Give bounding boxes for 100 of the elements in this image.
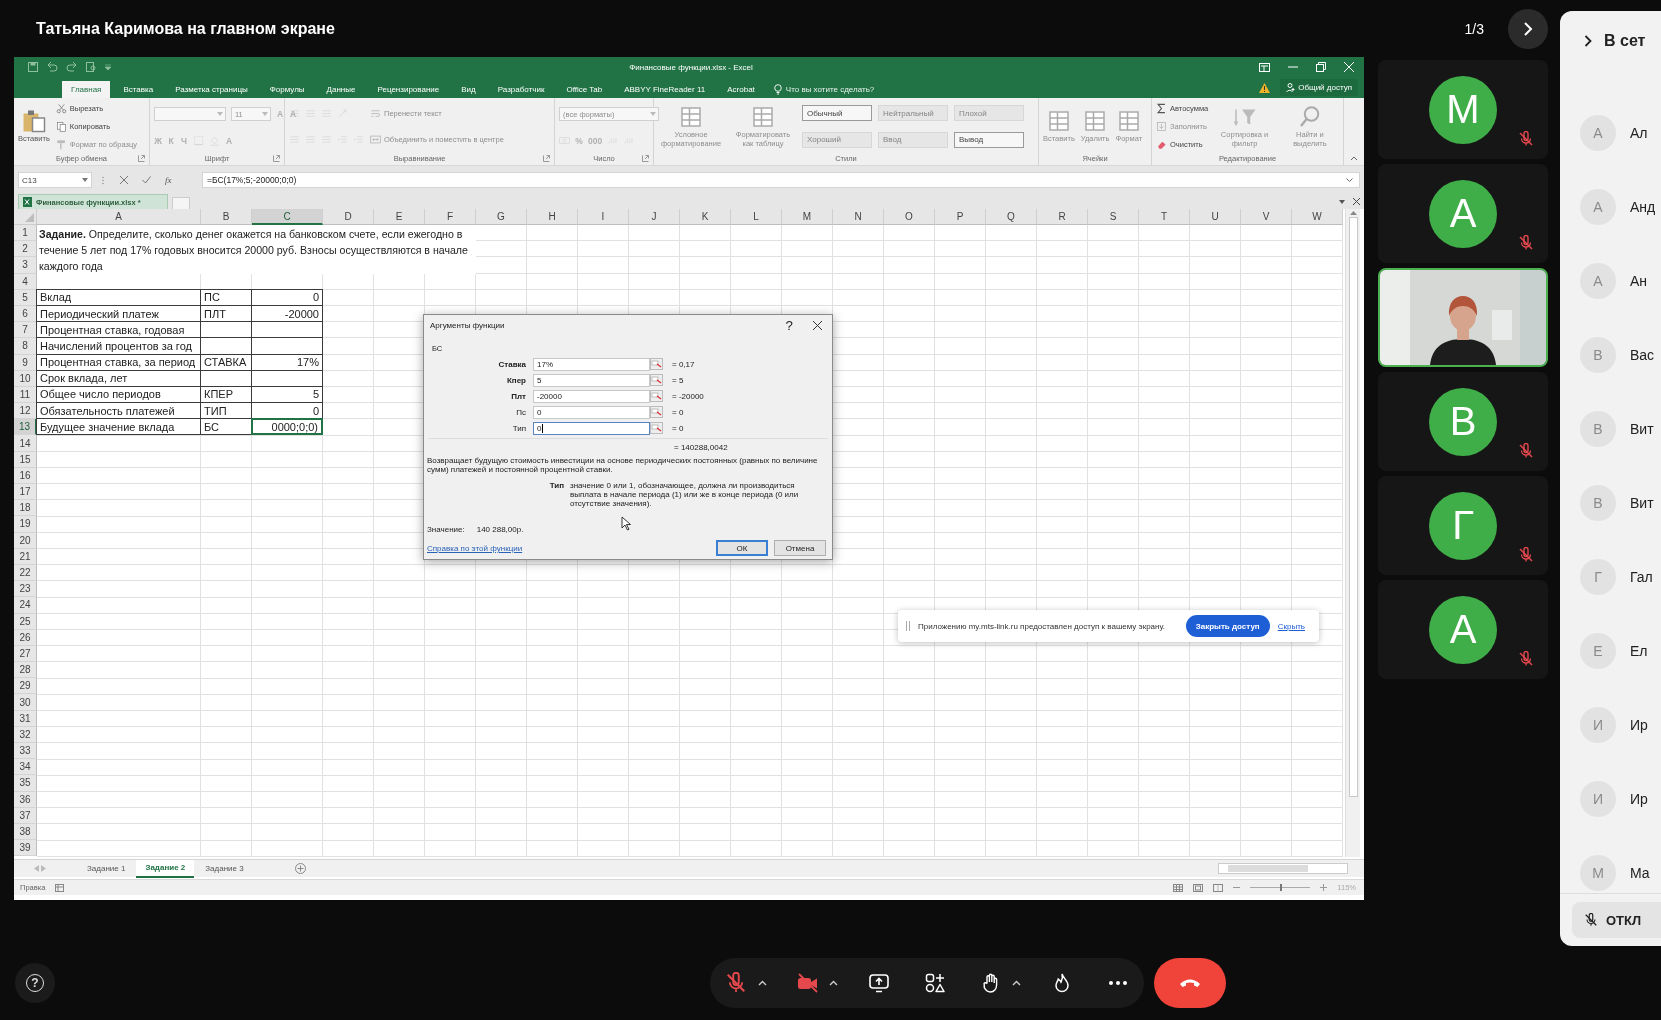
row-header[interactable]: 29 [14,678,37,695]
ribbon-tab[interactable]: Формулы [260,81,314,98]
dialog-launcher-icon[interactable] [138,155,145,162]
row-header[interactable]: 30 [14,694,37,711]
collapse-ribbon-icon[interactable] [1350,156,1358,161]
participant-name[interactable]: Вас [1630,347,1655,363]
participant-name[interactable]: Ан [1630,273,1648,289]
cell-style-swatch[interactable]: Вывод [954,131,1024,148]
collapse-dialog-icon[interactable] [650,422,663,435]
column-header[interactable]: D [323,209,374,225]
select-all-icon[interactable] [25,213,34,222]
column-header[interactable]: N [833,209,884,225]
zoom-out-icon[interactable] [1233,884,1241,891]
participant-name[interactable]: Ма [1630,865,1650,881]
save-icon[interactable] [28,62,38,72]
row-header[interactable]: 13 [14,419,37,436]
argument-field[interactable]: 5 [533,373,650,387]
row-header[interactable]: 18 [14,500,37,517]
ribbon-tab[interactable]: Разметка страницы [166,81,257,98]
column-header[interactable]: B [201,209,252,225]
collapse-dialog-icon[interactable] [650,374,663,387]
caret-icon[interactable] [1339,199,1345,204]
row-header[interactable]: 8 [14,338,37,355]
argument-field[interactable]: -20000 [533,389,650,403]
row-header[interactable]: 34 [14,759,37,776]
dialog-launcher-icon[interactable] [273,155,280,162]
column-header[interactable]: K [680,209,731,225]
column-header[interactable]: W [1292,209,1343,225]
column-header[interactable]: R [1037,209,1088,225]
scroll-thumb[interactable] [1228,865,1308,872]
help-button[interactable]: ? [15,963,55,1003]
zoom-in-icon[interactable] [1320,884,1328,891]
participant-name[interactable]: Вит [1630,421,1654,437]
participant-name[interactable]: Анд [1630,199,1656,215]
help-link[interactable]: Справка по этой функции [427,543,710,553]
check-icon[interactable] [142,176,151,184]
column-header[interactable]: G [476,209,527,225]
chevron-right-icon[interactable] [1584,35,1592,47]
ribbon-tab[interactable]: ABBYY FineReader 11 [615,81,715,98]
mute-button[interactable]: ОТКЛ [1572,902,1661,938]
row-header[interactable]: 7 [14,322,37,339]
column-header[interactable]: M [782,209,833,225]
collapse-dialog-icon[interactable] [650,390,663,403]
scroll-thumb[interactable] [1348,217,1358,797]
row-header[interactable]: 23 [14,581,37,598]
undo-icon[interactable] [46,62,58,72]
ribbon-display-icon[interactable] [1259,62,1270,72]
redo-icon[interactable] [66,62,78,72]
ribbon-tab[interactable]: Office Tab [557,81,612,98]
page-layout-icon[interactable] [1193,883,1204,892]
column-header[interactable]: A [37,209,201,225]
column-header[interactable]: H [527,209,578,225]
ribbon-tab[interactable]: Acrobat [718,81,764,98]
collapse-dialog-icon[interactable] [650,358,663,371]
column-header[interactable]: L [731,209,782,225]
row-header[interactable]: 2 [14,241,37,258]
horizontal-scrollbar[interactable] [1218,863,1348,874]
collapse-dialog-icon[interactable] [650,406,663,419]
print-preview-icon[interactable] [86,62,96,72]
next-sheet-icon[interactable] [41,865,46,872]
ribbon-tab[interactable]: Разработчик [488,81,554,98]
ribbon-tab[interactable]: Данные [317,81,365,98]
close-icon[interactable] [813,321,822,331]
insert-function-button[interactable]: fx [165,175,172,185]
ribbon-tab[interactable]: Вставка [114,81,163,98]
column-header[interactable]: P [935,209,986,225]
cancel-icon[interactable] [120,176,128,184]
participant-name[interactable]: Ел [1630,643,1648,659]
argument-field[interactable]: 0 [533,421,650,435]
sheet-tab[interactable]: Задание 1 [78,859,135,878]
previous-sheet-icon[interactable] [34,865,39,872]
participant-name[interactable]: Ир [1630,791,1648,807]
zoom-slider-thumb[interactable] [1280,884,1283,891]
tell-me-field[interactable]: Что вы хотите сделать? [785,85,875,94]
ribbon-tab[interactable]: Рецензирование [368,81,449,98]
stop-sharing-button[interactable]: Закрыть доступ [1185,615,1270,637]
vertical-scrollbar[interactable] [1345,209,1360,857]
column-header[interactable]: C [252,209,323,225]
row-header[interactable]: 24 [14,597,37,614]
row-header[interactable]: 19 [14,516,37,533]
row-header[interactable]: 1 [14,225,37,242]
column-header[interactable]: J [629,209,680,225]
column-header[interactable]: T [1139,209,1190,225]
row-header[interactable]: 17 [14,484,37,501]
end-call-button[interactable] [1154,958,1226,1008]
ribbon-tab[interactable]: Главная [62,81,111,98]
formula-field[interactable]: =БС(17%;5;-20000;0;0) [202,172,1360,188]
drag-handle-icon[interactable] [906,621,910,631]
row-header[interactable]: 12 [14,403,37,420]
sheet-tab[interactable]: Задание 3 [196,859,253,878]
help-button[interactable]: ? [785,318,793,334]
share-button[interactable]: Общий доступ [1280,79,1358,96]
column-header[interactable]: S [1088,209,1139,225]
row-header[interactable]: 39 [14,840,37,857]
next-page-button[interactable] [1508,8,1548,49]
argument-field[interactable]: 0 [533,405,650,419]
ribbon-tab[interactable]: Вид [452,81,485,98]
dialog-button[interactable]: ОК [716,540,768,557]
column-header[interactable]: I [578,209,629,225]
row-header[interactable]: 33 [14,743,37,760]
